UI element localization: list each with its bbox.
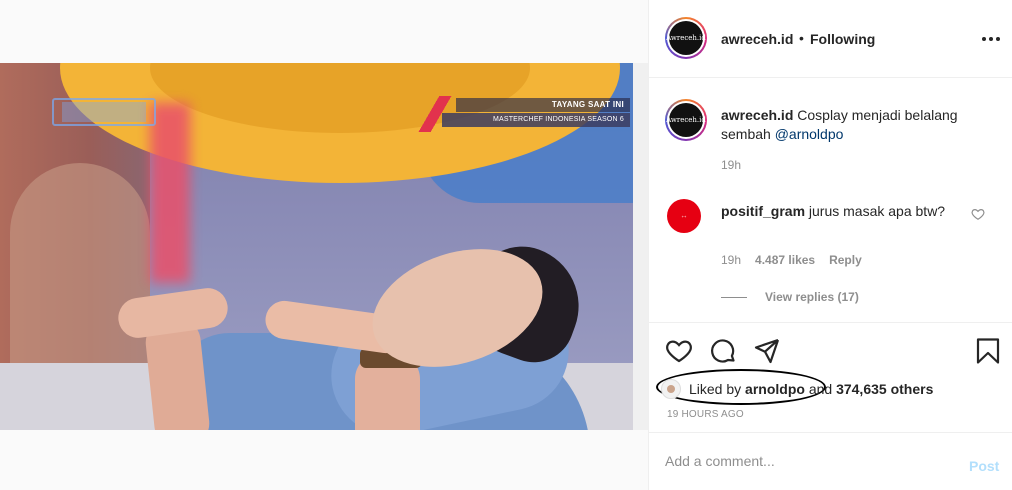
likes-and: and: [804, 381, 837, 397]
view-replies-label: View replies (17): [765, 290, 859, 304]
avatar-logo: Awreceh.id: [666, 21, 706, 55]
comment-time[interactable]: 19h: [721, 253, 741, 267]
liker-avatar[interactable]: [661, 379, 681, 399]
caption-mention-link[interactable]: @arnoldpo: [775, 126, 844, 142]
share-icon[interactable]: [753, 337, 781, 365]
comment-like-heart-icon[interactable]: [971, 207, 985, 221]
liker-username[interactable]: arnoldpo: [745, 381, 805, 397]
comments-area[interactable]: Awreceh.id awreceh.id Cosplay menjadi be…: [649, 79, 1012, 322]
post-timestamp[interactable]: 19 HOURS AGO: [667, 409, 744, 420]
photo-arch: [10, 163, 150, 393]
likes-others-button[interactable]: 374,635 others: [836, 381, 933, 397]
tv-channel-logo: [52, 98, 156, 126]
replies-divider: [721, 296, 747, 298]
comment-input[interactable]: [665, 451, 945, 471]
comment-avatar-mark: ++: [681, 213, 687, 219]
post-photo[interactable]: TAYANG SAAT INI MASTERCHEF INDONESIA SEA…: [0, 63, 633, 430]
comment-username[interactable]: positif_gram: [721, 203, 805, 219]
post-comment-button[interactable]: Post: [969, 458, 999, 474]
view-replies-button[interactable]: View replies (17): [721, 290, 859, 304]
follow-status-button[interactable]: Following: [810, 31, 875, 47]
caption-time[interactable]: 19h: [721, 158, 741, 172]
comment-likes[interactable]: 4.487 likes: [755, 253, 815, 267]
comment-icon[interactable]: [709, 337, 737, 365]
comment-meta: 19h 4.487 likes Reply: [721, 253, 862, 267]
media-panel: TAYANG SAAT INI MASTERCHEF INDONESIA SEA…: [0, 0, 648, 490]
caption-username[interactable]: awreceh.id: [721, 107, 793, 123]
post-actions: Liked by arnoldpo and 374,635 others 19 …: [649, 322, 1012, 432]
banner-top-text: TAYANG SAAT INI: [456, 98, 630, 112]
post-header: Awreceh.id awreceh.id • Following: [649, 0, 1012, 78]
post-side-panel: Awreceh.id awreceh.id • Following Awrece…: [648, 0, 1012, 490]
likes-summary: Liked by arnoldpo and 374,635 others: [659, 374, 933, 404]
tv-banner: TAYANG SAAT INI MASTERCHEF INDONESIA SEA…: [418, 96, 630, 132]
banner-bottom-text: MASTERCHEF INDONESIA SEASON 6: [442, 113, 630, 127]
likes-prefix: Liked by: [689, 381, 746, 397]
photo-edge: [633, 63, 648, 430]
caption-text: awreceh.id Cosplay menjadi belalang semb…: [721, 106, 1001, 144]
add-comment-bar: Post: [649, 432, 1012, 490]
avatar-logo: Awreceh.id: [666, 103, 706, 137]
bookmark-icon[interactable]: [974, 337, 1002, 365]
more-icon[interactable]: [979, 30, 1003, 48]
comment-avatar[interactable]: ++: [667, 199, 701, 233]
caption-avatar[interactable]: Awreceh.id: [665, 99, 707, 141]
comment-body: jurus masak apa btw?: [805, 203, 946, 219]
photo-pink-light: [150, 103, 190, 283]
comment-reply-button[interactable]: Reply: [829, 253, 862, 267]
header-avatar[interactable]: Awreceh.id: [665, 17, 707, 59]
comment-text: positif_gram jurus masak apa btw?: [721, 202, 961, 221]
header-username[interactable]: awreceh.id: [721, 31, 793, 47]
heart-icon[interactable]: [665, 337, 693, 365]
header-separator: •: [799, 30, 804, 46]
